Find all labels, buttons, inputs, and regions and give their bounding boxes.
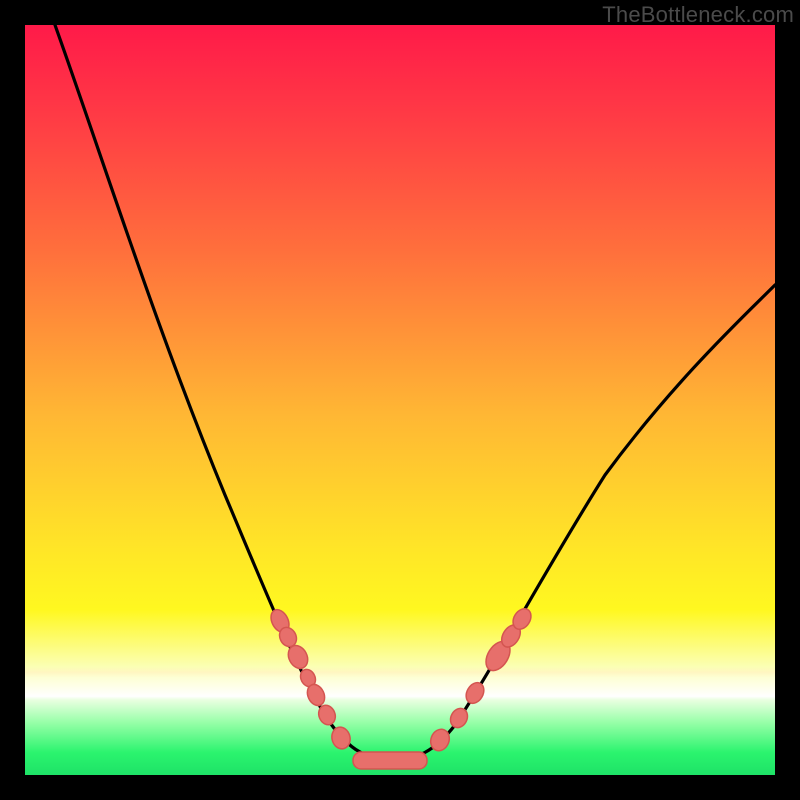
- plot-area: [25, 25, 775, 775]
- bottleneck-curve: [25, 25, 775, 775]
- chart-frame: TheBottleneck.com: [0, 0, 800, 800]
- marker-bottom: [353, 752, 427, 769]
- marker-cluster-left: [267, 607, 352, 751]
- curve-path: [55, 25, 775, 760]
- watermark-text: TheBottleneck.com: [602, 2, 794, 28]
- marker-cluster-right: [428, 605, 535, 753]
